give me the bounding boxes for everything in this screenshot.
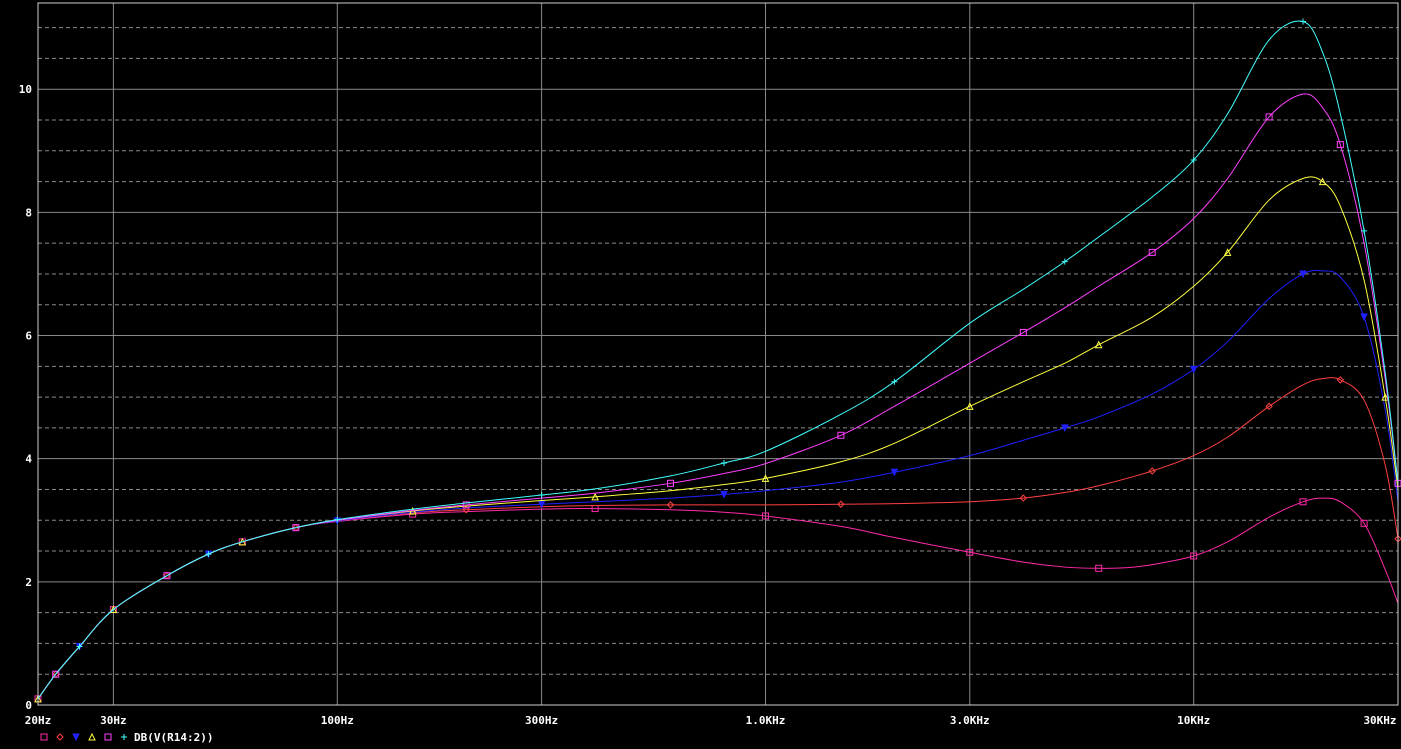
y-tick-label: 6	[25, 330, 32, 343]
y-tick-label: 10	[19, 83, 32, 96]
y-tick-label: 2	[25, 576, 32, 589]
y-tick-label: 8	[25, 206, 32, 219]
x-tick-label: 30KHz	[1363, 714, 1396, 727]
x-tick-label: 3.0KHz	[950, 714, 990, 727]
x-tick-label: 100Hz	[321, 714, 354, 727]
plot-background	[0, 0, 1401, 749]
legend-label: DB(V(R14:2))	[134, 731, 213, 744]
y-tick-label: 4	[25, 453, 32, 466]
x-tick-label: 300Hz	[525, 714, 558, 727]
x-tick-label: 10KHz	[1177, 714, 1210, 727]
x-tick-label: 30Hz	[100, 714, 127, 727]
frequency-response-chart: 20Hz 30Hz 100Hz 300Hz 1.0KHz 3.0KHz 10KHz 30KHz…	[0, 0, 1401, 749]
y-tick-label: 0	[25, 699, 32, 712]
x-tick-label: 1.0KHz	[746, 714, 786, 727]
x-tick-label: 20Hz	[25, 714, 52, 727]
